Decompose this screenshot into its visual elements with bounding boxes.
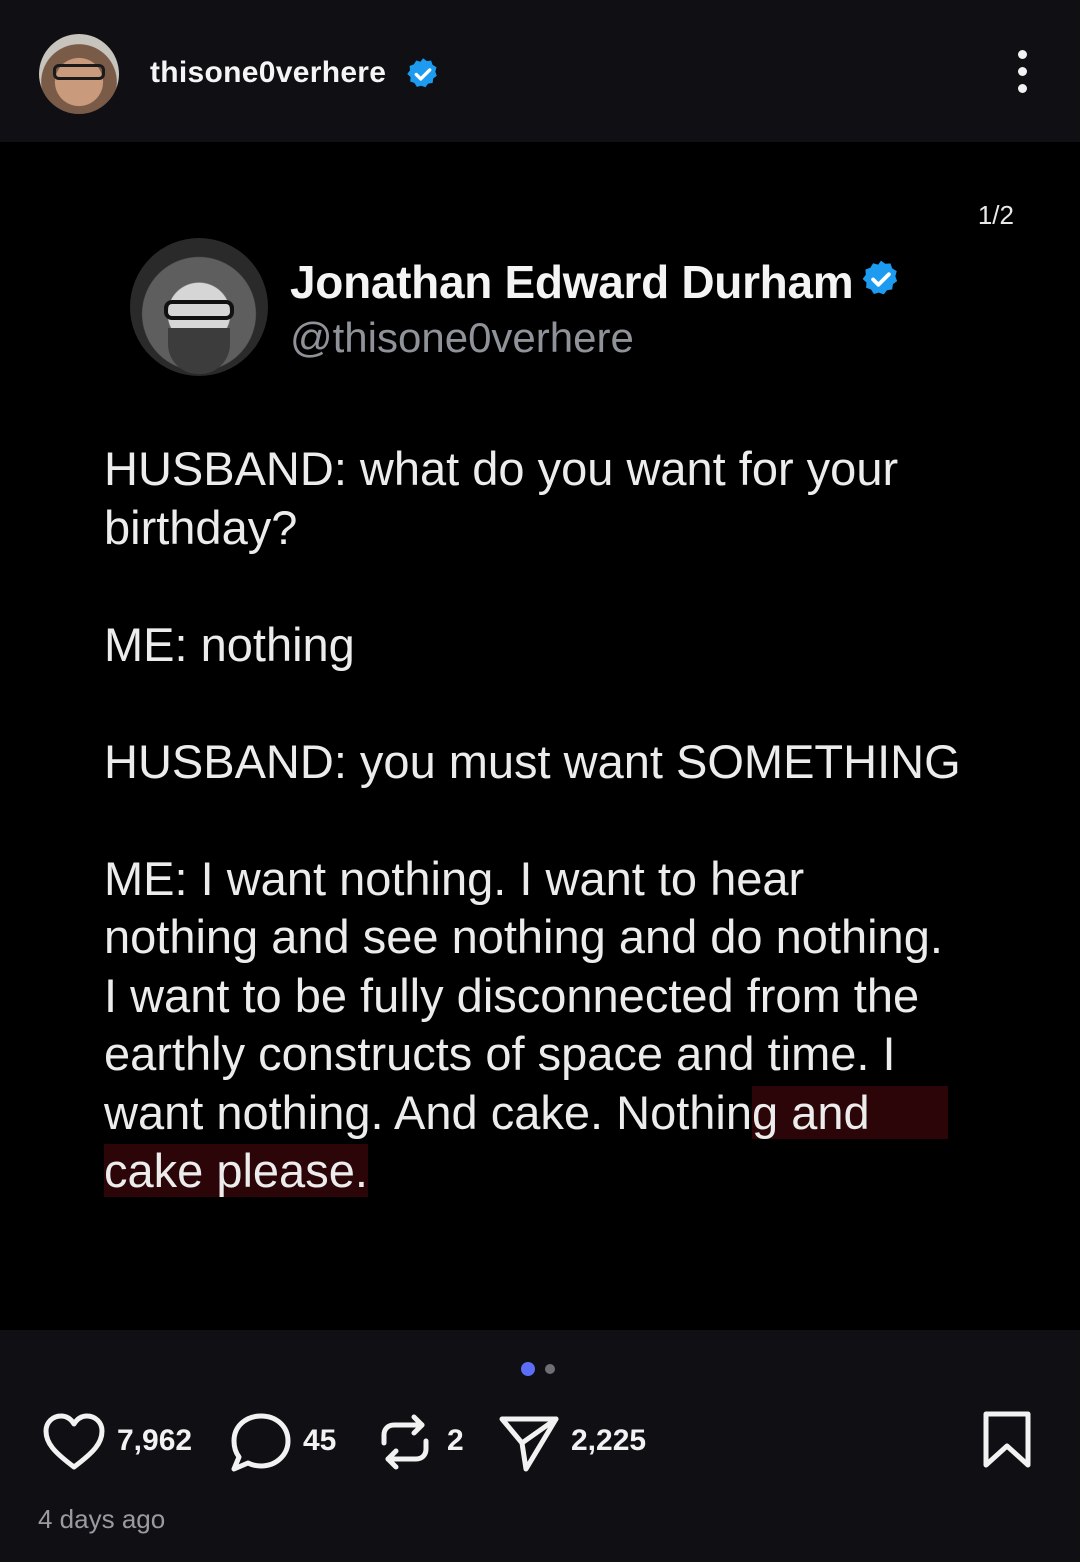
tweet-text-highlight: g and [752,1085,948,1139]
glasses-detail [53,64,105,80]
send-icon[interactable] [498,1413,560,1473]
tweet-display-name: Jonathan Edward Durham [290,256,854,308]
tweet-handle: @thisone0verhere [290,314,634,361]
share-count: 2,225 [571,1424,647,1457]
more-options-button[interactable] [1004,50,1040,100]
carousel-dot-active[interactable] [521,1362,535,1376]
page-counter: 1/2 [977,200,1014,230]
tweet-author-avatar [130,238,268,376]
username[interactable]: thisone0verhere [150,56,386,90]
action-bar: 7,962 45 2 2,225 [0,1405,1080,1480]
tweet-text-highlight: cake please. [104,1144,368,1197]
tweet-text-main: HUSBAND: what do you want for your birth… [104,442,961,1139]
post-timestamp: 4 days ago [38,1504,166,1534]
repost-count: 2 [447,1424,464,1457]
comment-icon[interactable] [229,1411,293,1473]
bookmark-icon[interactable] [982,1410,1032,1470]
post-header: thisone0verhere [0,0,1080,142]
repost-icon[interactable] [378,1413,432,1471]
more-vertical-icon [1017,50,1027,59]
post-media[interactable]: 1/2 Jonathan Edward Durham @thisone0verh… [0,142,1080,1330]
tweet-verified-badge-icon [862,260,898,295]
carousel-dot[interactable] [545,1364,555,1374]
comment-count: 45 [303,1424,337,1457]
verified-badge-icon [407,58,437,88]
like-count: 7,962 [117,1424,193,1457]
tweet-text: HUSBAND: what do you want for your birth… [104,440,1024,1201]
heart-icon[interactable] [42,1413,106,1471]
avatar[interactable] [39,34,119,114]
